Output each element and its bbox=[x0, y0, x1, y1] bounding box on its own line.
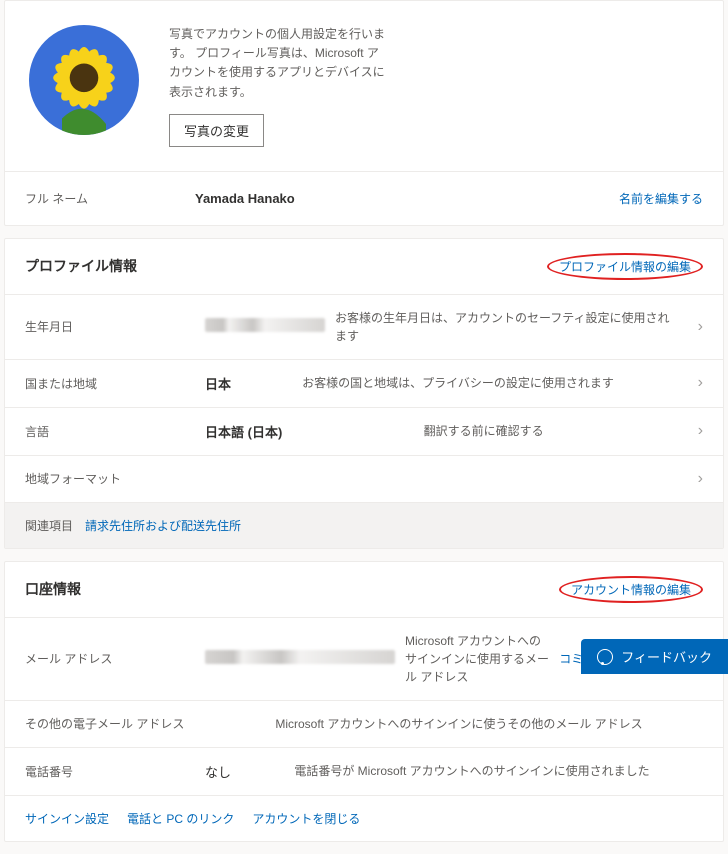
billing-shipping-link[interactable]: 請求先住所および配送先住所 bbox=[85, 517, 241, 534]
chevron-right-icon: › bbox=[685, 470, 703, 488]
highlight-ellipse: プロファイル情報の編集 bbox=[547, 253, 703, 280]
phone-value: なし bbox=[205, 762, 284, 781]
country-label: 国または地域 bbox=[25, 375, 195, 392]
profile-info-card: プロファイル情報 プロファイル情報の編集 生年月日 お客様の生年月日は、アカウン… bbox=[4, 238, 724, 549]
language-value: 日本語 (日本) bbox=[205, 422, 414, 441]
dob-label: 生年月日 bbox=[25, 318, 195, 335]
account-footer-links: サインイン設定 電話と PC のリンク アカウントを閉じる bbox=[5, 796, 723, 841]
phone-desc: 電話番号が Microsoft アカウントへのサインインに使用されました bbox=[294, 762, 703, 780]
chevron-right-icon: › bbox=[685, 374, 703, 392]
email-label: メール アドレス bbox=[25, 650, 195, 667]
name-row: フル ネーム Yamada Hanako 名前を編集する bbox=[5, 172, 723, 225]
photo-text: 写真でアカウントの個人用設定を行います。 プロフィール写真は、Microsoft… bbox=[169, 25, 389, 147]
other-email-desc: Microsoft アカウントへのサインインに使うその他のメール アドレス bbox=[275, 715, 703, 733]
feedback-button[interactable]: フィードバック bbox=[581, 639, 728, 674]
dob-desc: お客様の生年月日は、アカウントのセーフティ設定に使用されます bbox=[335, 309, 675, 345]
redacted-value bbox=[205, 318, 325, 332]
chevron-right-icon: › bbox=[685, 422, 703, 440]
fullname-label: フル ネーム bbox=[25, 190, 195, 207]
edit-name-link[interactable]: 名前を編集する bbox=[619, 192, 703, 206]
highlight-ellipse: アカウント情報の編集 bbox=[559, 576, 703, 603]
redacted-value bbox=[205, 650, 395, 664]
row-other-email: その他の電子メール アドレス Microsoft アカウントへのサインインに使う… bbox=[5, 701, 723, 748]
sunflower-image bbox=[29, 25, 139, 135]
country-desc: お客様の国と地域は、プライバシーの設定に使用されます bbox=[302, 374, 675, 392]
chevron-right-icon: › bbox=[685, 318, 703, 336]
change-photo-button[interactable]: 写真の変更 bbox=[169, 114, 264, 147]
country-value: 日本 bbox=[205, 374, 292, 393]
phone-label: 電話番号 bbox=[25, 763, 195, 780]
profile-title: プロファイル情報 bbox=[25, 256, 137, 276]
photo-block: 写真でアカウントの個人用設定を行います。 プロフィール写真は、Microsoft… bbox=[5, 1, 723, 172]
language-label: 言語 bbox=[25, 423, 195, 440]
close-account-link[interactable]: アカウントを閉じる bbox=[252, 810, 360, 827]
row-country[interactable]: 国または地域 日本 お客様の国と地域は、プライバシーの設定に使用されます › bbox=[5, 360, 723, 408]
feedback-label: フィードバック bbox=[621, 647, 712, 666]
related-row: 関連項目 請求先住所および配送先住所 bbox=[5, 503, 723, 548]
email-value bbox=[205, 650, 395, 667]
row-phone: 電話番号 なし 電話番号が Microsoft アカウントへのサインインに使用さ… bbox=[5, 748, 723, 796]
profile-header: プロファイル情報 プロファイル情報の編集 bbox=[5, 239, 723, 295]
row-language[interactable]: 言語 日本語 (日本) 翻訳する前に確認する › bbox=[5, 408, 723, 456]
edit-account-link[interactable]: アカウント情報の編集 bbox=[571, 583, 691, 597]
photo-description: 写真でアカウントの個人用設定を行います。 プロフィール写真は、Microsoft… bbox=[169, 25, 389, 102]
account-title: 口座情報 bbox=[25, 579, 81, 599]
region-format-label: 地域フォーマット bbox=[25, 470, 195, 487]
other-email-label: その他の電子メール アドレス bbox=[25, 715, 195, 732]
dob-value bbox=[205, 318, 325, 335]
edit-profile-link[interactable]: プロファイル情報の編集 bbox=[559, 260, 691, 274]
signin-settings-link[interactable]: サインイン設定 bbox=[25, 810, 109, 827]
feedback-icon bbox=[597, 649, 613, 665]
row-dob[interactable]: 生年月日 お客様の生年月日は、アカウントのセーフティ設定に使用されます › bbox=[5, 295, 723, 360]
language-desc: 翻訳する前に確認する bbox=[424, 422, 675, 440]
fullname-value: Yamada Hanako bbox=[195, 191, 619, 206]
account-info-card: 口座情報 アカウント情報の編集 メール アドレス Microsoft アカウント… bbox=[4, 561, 724, 842]
link-phone-pc-link[interactable]: 電話と PC のリンク bbox=[127, 810, 234, 827]
row-region-format[interactable]: 地域フォーマット › bbox=[5, 456, 723, 503]
related-label: 関連項目 bbox=[25, 517, 73, 534]
photo-name-card: 写真でアカウントの個人用設定を行います。 プロフィール写真は、Microsoft… bbox=[4, 0, 724, 226]
email-desc: Microsoft アカウントへのサインインに使用するメール アドレス bbox=[405, 632, 549, 686]
account-header: 口座情報 アカウント情報の編集 bbox=[5, 562, 723, 618]
avatar bbox=[29, 25, 139, 135]
